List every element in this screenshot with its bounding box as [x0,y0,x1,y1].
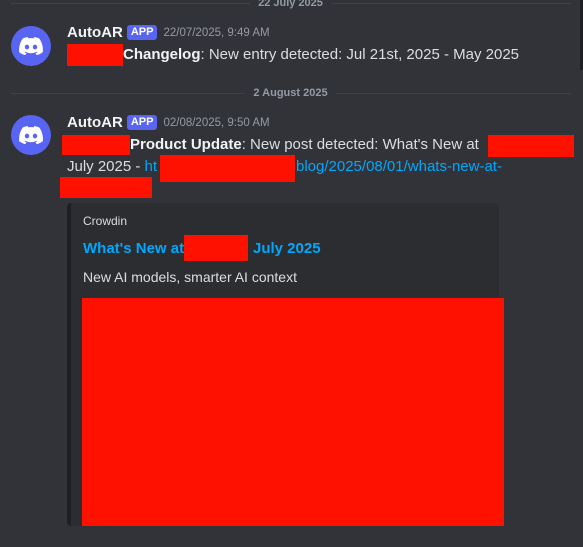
embed-description: New AI models, smarter AI context [83,269,297,285]
discord-logo-icon [19,126,43,144]
avatar[interactable] [11,26,51,66]
app-badge: APP [126,115,158,130]
discord-logo-icon [19,37,43,55]
author-name[interactable]: AutoAR [67,24,123,41]
app-badge: APP [126,25,158,40]
message-timestamp[interactable]: 02/08/2025, 9:50 AM [163,117,269,129]
product-update-title: Product Update [130,136,242,153]
message-text: : New entry detected: Jul 21st, 2025 - M… [200,46,520,63]
embed-provider[interactable]: Crowdin [83,214,127,228]
date-divider: 22 July 2025 [10,0,571,10]
redacted-block [488,135,574,157]
message-header: AutoAR APP 22/07/2025, 9:49 AM [67,24,270,41]
post-link[interactable]: blog/2025/08/01/whats-new-at- [296,156,502,178]
message-content: Changelog: New entry detected: Jul 21st,… [67,44,520,67]
redacted-block [60,177,152,198]
author-name[interactable]: AutoAR [67,114,123,131]
redacted-block [160,155,295,182]
date-divider-label: 2 August 2025 [253,87,328,99]
chat-window: 22 July 2025 AutoAR APP 22/07/2025, 9:49… [0,0,583,547]
changelog-title: Changelog [123,46,201,63]
redacted-block [62,135,130,156]
message-timestamp[interactable]: 22/07/2025, 9:49 AM [163,27,269,39]
date-divider: 2 August 2025 [10,86,571,100]
embed-title[interactable]: July 2025 [253,240,321,257]
embed-image[interactable] [82,298,504,526]
post-link[interactable]: ht [145,158,158,175]
redacted-block [67,44,123,67]
date-divider-label: 22 July 2025 [258,0,323,9]
redacted-block [184,235,248,261]
message-text: : New post detected: What's New at [241,136,479,153]
embed-title[interactable]: What's New at [83,240,184,257]
message-content-line: Product Update: New post detected: What'… [62,134,479,156]
avatar[interactable] [11,115,51,155]
message-header: AutoAR APP 02/08/2025, 9:50 AM [67,114,270,131]
message-content-line: July 2025 - ht [67,156,157,178]
message-text: July 2025 - [67,158,145,175]
